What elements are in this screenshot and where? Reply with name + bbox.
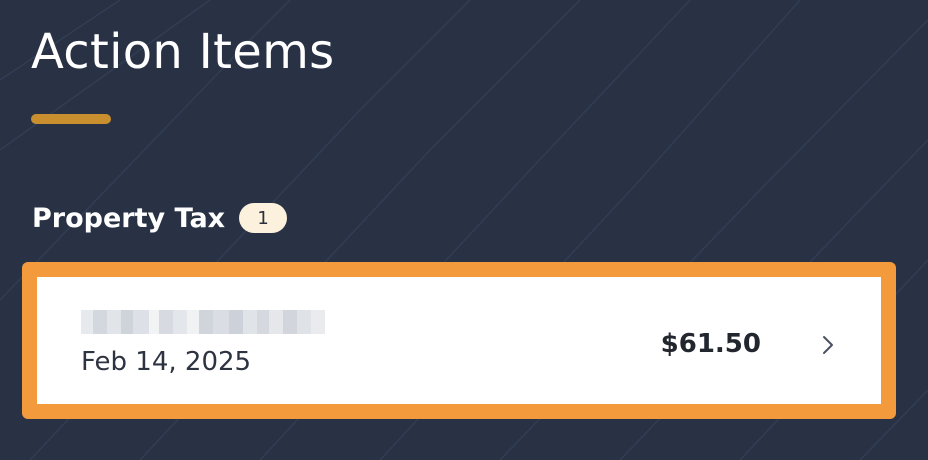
page-title: Action Items (31, 24, 335, 80)
redacted-name (81, 310, 329, 334)
action-item-content: Feb 14, 2025 $61.50 (37, 277, 881, 404)
chevron-right-icon (823, 336, 833, 354)
count-badge: 1 (239, 203, 288, 233)
section-header: Property Tax 1 (32, 198, 288, 238)
section-title: Property Tax (32, 202, 226, 234)
item-amount: $61.50 (660, 329, 761, 359)
action-item-card[interactable]: Feb 14, 2025 $61.50 (22, 262, 896, 419)
item-date: Feb 14, 2025 (81, 347, 252, 377)
title-underline (31, 114, 111, 124)
